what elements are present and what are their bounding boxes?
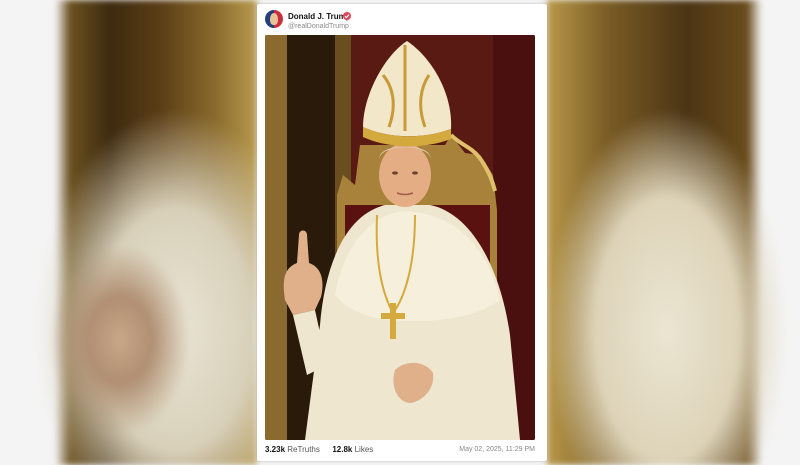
retruths-count[interactable]: 3.23k	[265, 445, 285, 454]
likes-label[interactable]: Likes	[355, 445, 374, 454]
blurred-background-right	[547, 0, 800, 465]
post-card[interactable]: Donald J. Trump @realDonaldTrump 3.23k R…	[257, 4, 547, 461]
author-name[interactable]: Donald J. Trump	[288, 12, 351, 21]
author-avatar[interactable]	[265, 10, 283, 28]
likes-count[interactable]: 12.8k	[332, 445, 352, 454]
verified-badge-icon	[343, 12, 351, 20]
post-image[interactable]	[265, 35, 535, 440]
retruths-label[interactable]: ReTruths	[287, 445, 320, 454]
blurred-background-left	[0, 0, 257, 465]
post-timestamp: May 02, 2025, 11:29 PM	[459, 446, 535, 453]
author-handle[interactable]: @realDonaldTrump	[288, 23, 349, 30]
post-stats: 3.23k ReTruths 12.8k Likes	[265, 445, 373, 454]
